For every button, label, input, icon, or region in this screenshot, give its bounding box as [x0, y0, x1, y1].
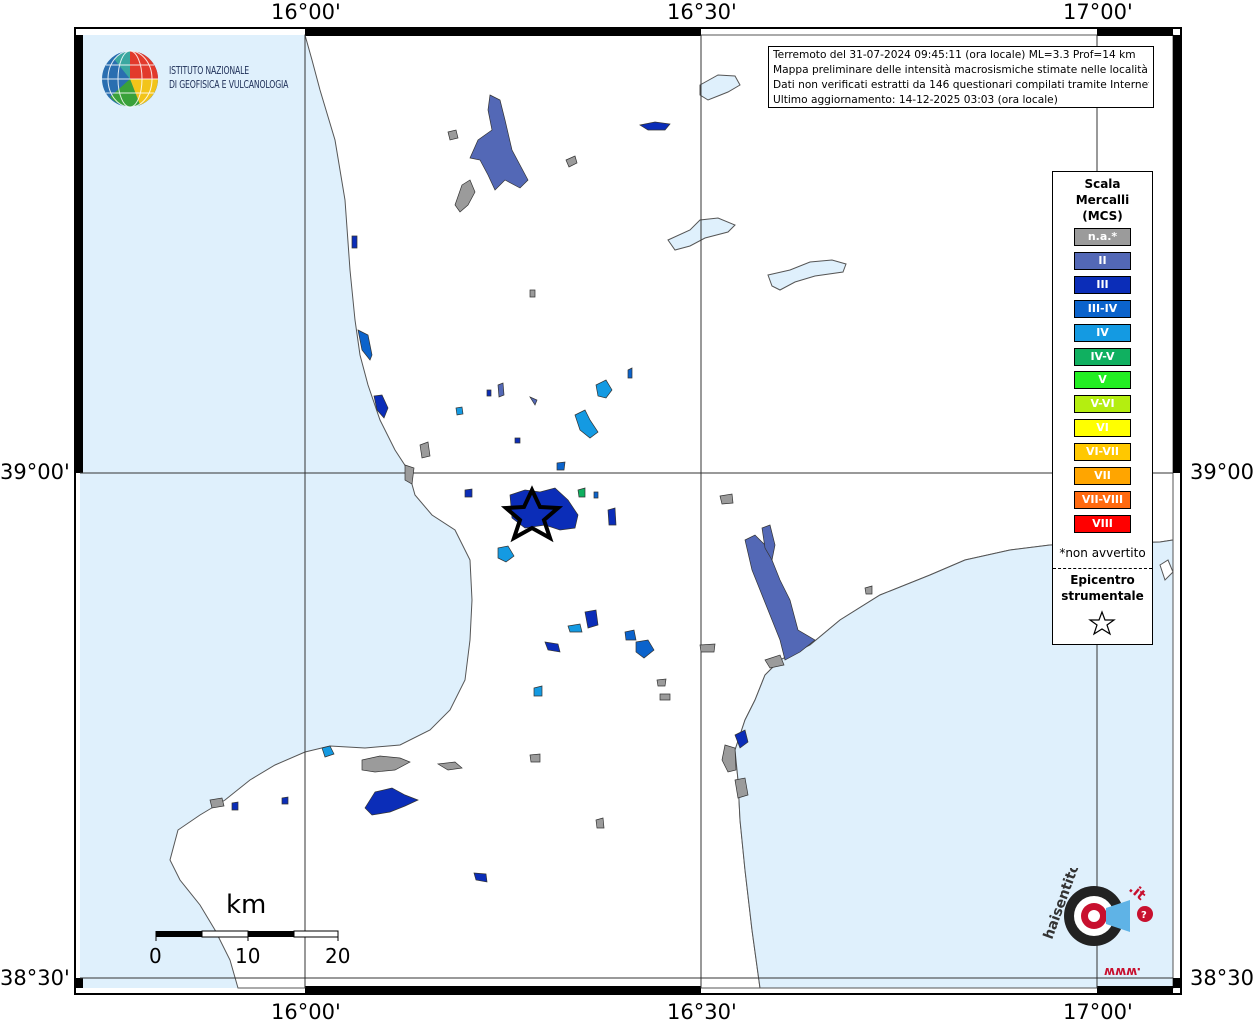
legend-item: VI — [1074, 419, 1131, 438]
legend-separator — [1053, 568, 1152, 569]
lon-label-16-00-top: 16°00' — [271, 0, 341, 24]
legend-epicenter-label: Epicentro strumentale — [1053, 572, 1152, 604]
area-na — [209, 797, 225, 809]
legend-item: III-IV — [1074, 299, 1131, 318]
area-III — [607, 507, 617, 526]
legend-item: VII — [1074, 467, 1131, 485]
ingv-line2: DI GEOFISICA E VULCANOLOGIA — [169, 79, 289, 91]
ingv-name: ISTITUTO NAZIONALE DI GEOFISICA E VULCAN… — [169, 64, 288, 92]
hsit-text-www: www. — [1104, 965, 1141, 978]
legend-item: IV — [1074, 323, 1131, 342]
area-na — [419, 441, 431, 459]
lon-label-16-30-bottom: 16°30' — [667, 1000, 737, 1024]
legend-item: VII-VIII — [1074, 490, 1131, 509]
event-info-line2: Mappa preliminare delle intensità macros… — [773, 64, 1148, 76]
area-na — [529, 289, 536, 298]
legend-item: VI-VII — [1074, 443, 1131, 462]
legend-item: V — [1074, 371, 1131, 390]
legend-star-icon — [1088, 610, 1116, 636]
legend-item: IV-V — [1074, 347, 1131, 366]
legend-title-line2: Mercalli — [1075, 193, 1130, 207]
legend-title: Scala Mercalli (MCS) — [1053, 176, 1152, 224]
area-na — [529, 753, 541, 763]
hsit-logo-icon: ? haisentitoilterremoto .it www. — [1041, 868, 1153, 978]
legend-item: n.a.* — [1074, 228, 1131, 246]
scale-bar — [155, 930, 339, 941]
lon-label-17-00-bottom: 17°00' — [1063, 1000, 1133, 1024]
area-III — [351, 235, 358, 249]
scale-label-20: 20 — [325, 944, 351, 968]
lat-label-39-00-right: 39°00' — [1190, 460, 1255, 484]
area-III-IV — [624, 629, 637, 641]
legend-item: V-VI — [1074, 395, 1131, 414]
area-III — [486, 389, 492, 397]
event-info-line1: Terremoto del 31-07-2024 09:45:11 (ora l… — [773, 49, 1136, 61]
lat-label-39-00-left: 39°00' — [0, 460, 70, 484]
mcs-legend: Scala Mercalli (MCS) n.a.* II III III-IV IV I… — [1052, 171, 1153, 645]
scale-label-10: 10 — [235, 944, 261, 968]
lon-label-16-00-bottom: 16°00' — [271, 1000, 341, 1024]
legend-epicenter-line2: strumentale — [1061, 589, 1144, 603]
area-III — [231, 801, 239, 811]
lon-label-16-30-top: 16°30' — [667, 0, 737, 24]
area-III — [464, 488, 473, 498]
area-na — [447, 129, 459, 141]
area-III — [281, 796, 289, 805]
area-IV-V — [577, 487, 586, 498]
legend-epicenter-line1: Epicentro — [1070, 573, 1135, 587]
area-II — [497, 382, 505, 398]
event-info-line4: Ultimo aggiornamento: 14-12-2025 03:03 (… — [773, 94, 1058, 106]
area-III-IV — [627, 367, 633, 379]
area-IV — [533, 685, 543, 697]
scale-label-0: 0 — [149, 944, 162, 968]
lat-label-38-30-left: 38°30' — [0, 966, 70, 990]
legend-item: VIII — [1074, 514, 1131, 533]
event-info-line3: Dati non verificati estratti da 146 ques… — [773, 79, 1149, 91]
lon-label-17-00-top: 17°00' — [1063, 0, 1133, 24]
legend-title-line1: Scala — [1084, 177, 1121, 191]
legend-title-line3: (MCS) — [1082, 209, 1123, 223]
area-na — [404, 464, 415, 485]
area-na — [659, 693, 671, 701]
legend-item: III — [1074, 275, 1131, 294]
scale-unit: km — [226, 890, 267, 920]
area-IV — [455, 406, 464, 416]
area-na — [656, 678, 667, 687]
area-III-IV — [556, 461, 566, 471]
lat-label-38-30-right: 38°30' — [1190, 966, 1255, 990]
area-na — [699, 643, 716, 653]
event-info-box: Terremoto del 31-07-2024 09:45:11 (ora l… — [768, 46, 1154, 108]
svg-text:?: ? — [1141, 910, 1147, 921]
ingv-globe-icon — [102, 50, 158, 108]
area-na — [719, 493, 734, 505]
ingv-line1: ISTITUTO NAZIONALE — [169, 65, 250, 77]
legend-item: II — [1074, 251, 1131, 270]
area-III-IV — [593, 491, 599, 499]
area-III — [514, 437, 521, 444]
legend-footnote: *non avvertito — [1059, 546, 1146, 560]
area-na — [595, 817, 605, 829]
